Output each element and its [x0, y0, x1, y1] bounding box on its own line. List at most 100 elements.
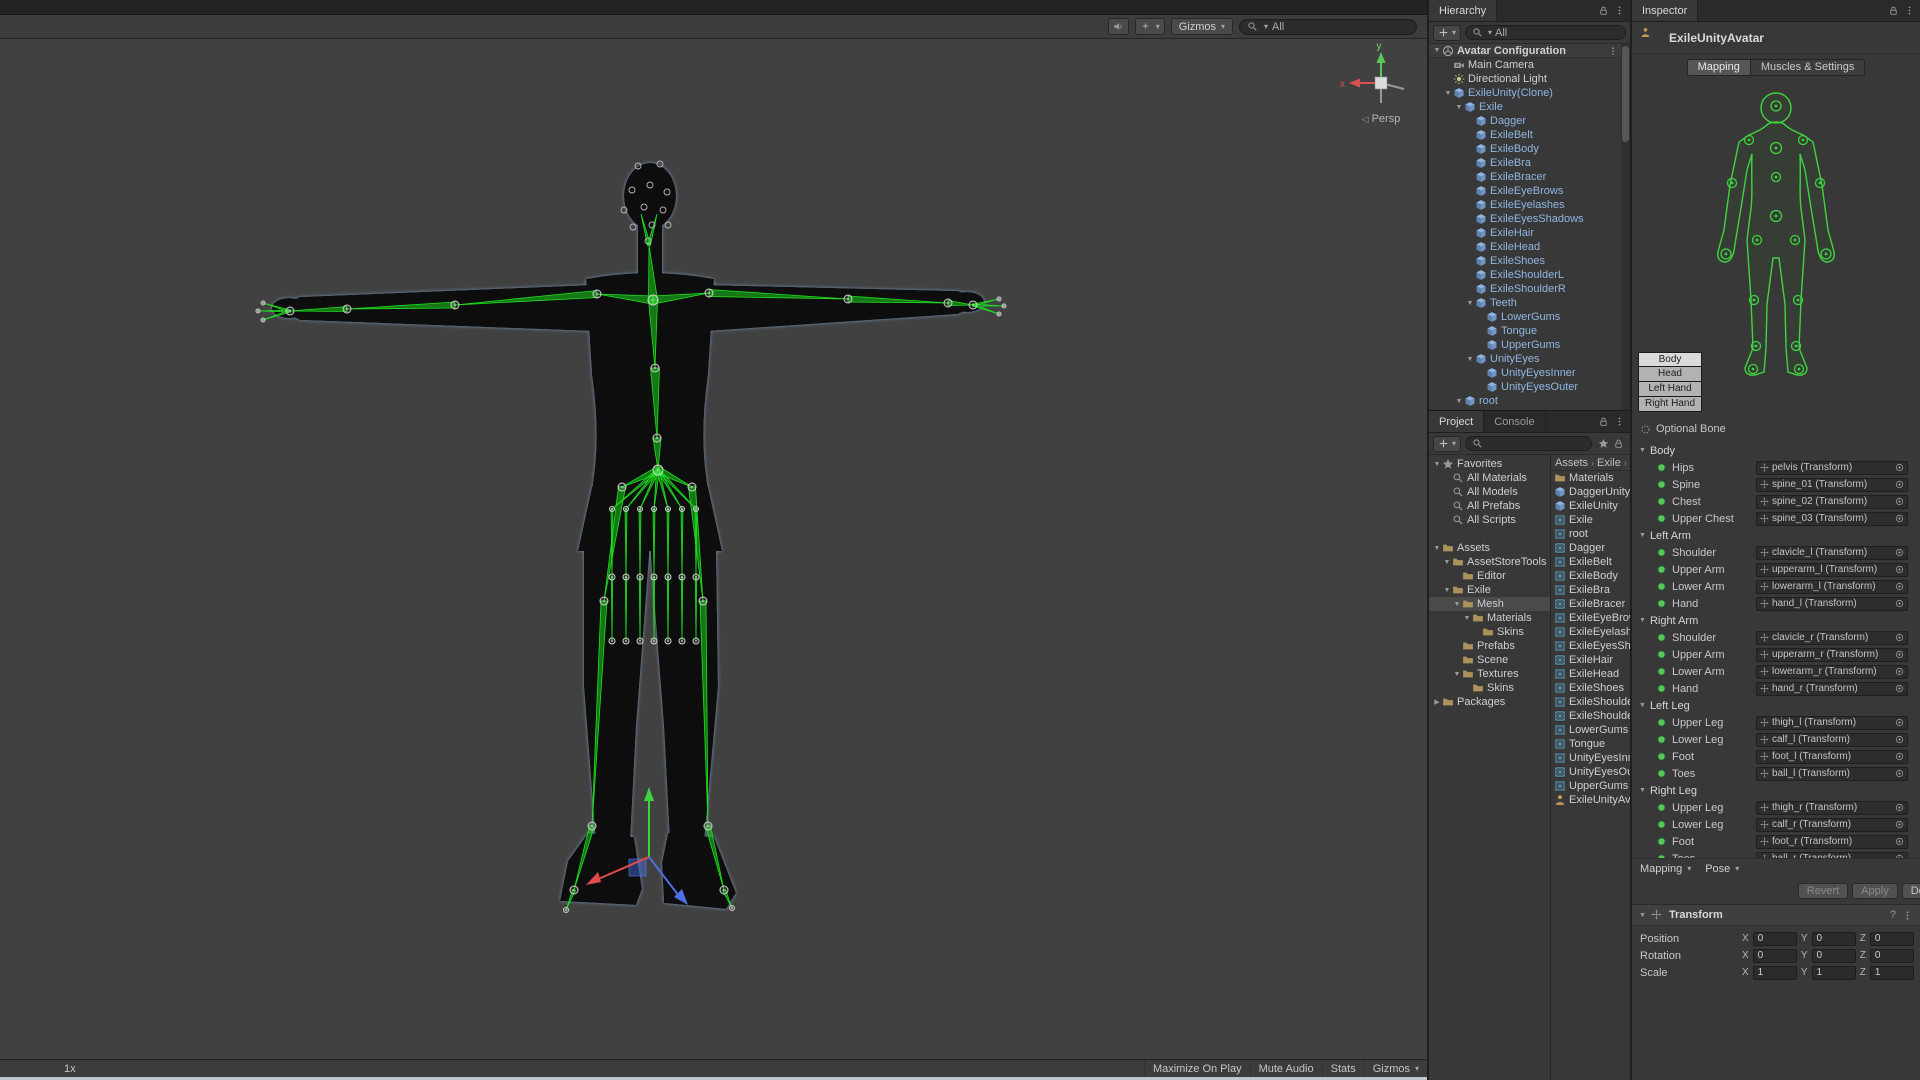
asset-item-exilehead[interactable]: ExileHead: [1551, 667, 1630, 681]
bone-object-field[interactable]: spine_02 (Transform): [1756, 495, 1908, 509]
game-button-stats[interactable]: Stats: [1322, 1060, 1364, 1077]
project-folder-all-scripts[interactable]: All Scripts: [1429, 513, 1550, 527]
hierarchy-item-exileshoes[interactable]: ExileShoes: [1429, 254, 1621, 268]
project-folder-skins[interactable]: Skins: [1429, 681, 1550, 695]
hierarchy-item-lowergums[interactable]: LowerGums: [1429, 310, 1621, 324]
tab-console[interactable]: Console: [1484, 411, 1545, 432]
expand-arrow-icon[interactable]: ▼: [1452, 601, 1462, 608]
asset-item-lowergums[interactable]: LowerGums: [1551, 723, 1630, 737]
asset-item-unityeyesouter[interactable]: UnityEyesOuter: [1551, 765, 1630, 779]
scene-effects-dropdown-button[interactable]: ▾: [1135, 18, 1165, 35]
project-folder-assets[interactable]: ▼Assets: [1429, 541, 1550, 555]
scene-menu-icon[interactable]: [1608, 46, 1621, 56]
asset-item-unityeyesinner[interactable]: UnityEyesInner: [1551, 751, 1630, 765]
hierarchy-item-exilehair[interactable]: ExileHair: [1429, 226, 1621, 240]
foldout-arrow-icon[interactable]: ▼: [1639, 702, 1646, 709]
kebab-menu-icon[interactable]: [1614, 5, 1625, 16]
bone-group-left-leg[interactable]: ▼Left Leg: [1632, 697, 1920, 714]
rotation-y-field[interactable]: 0: [1812, 949, 1856, 963]
project-folder-assetstoretools[interactable]: ▼AssetStoreTools: [1429, 555, 1550, 569]
asset-item-exileeyelashes[interactable]: ExileEyelashes: [1551, 625, 1630, 639]
object-picker-icon[interactable]: [1894, 819, 1905, 830]
hierarchy-scrollbar[interactable]: [1621, 44, 1630, 410]
lock-icon[interactable]: [1598, 416, 1609, 427]
kebab-menu-icon[interactable]: [1614, 416, 1625, 427]
bone-object-field[interactable]: lowerarm_l (Transform): [1756, 580, 1908, 594]
game-scale-label[interactable]: 1x: [64, 1063, 76, 1075]
hierarchy-item-exilebracer[interactable]: ExileBracer: [1429, 170, 1621, 184]
game-button-gizmos[interactable]: Gizmos▾: [1364, 1060, 1427, 1077]
foldout-arrow-icon[interactable]: ▼: [1639, 532, 1646, 539]
object-picker-icon[interactable]: [1894, 751, 1905, 762]
hidden-packages-icon[interactable]: [1613, 438, 1624, 449]
hierarchy-item-tongue[interactable]: Tongue: [1429, 324, 1621, 338]
create-button[interactable]: ▾: [1433, 25, 1461, 41]
tab-muscles-settings[interactable]: Muscles & Settings: [1751, 59, 1866, 76]
expand-arrow-icon[interactable]: ▼: [1452, 671, 1462, 678]
game-button-maximize-on-play[interactable]: Maximize On Play: [1144, 1060, 1250, 1077]
orientation-gizmo[interactable]: y x: [1340, 41, 1404, 103]
hierarchy-item-unityeyesouter[interactable]: UnityEyesOuter: [1429, 380, 1621, 394]
bone-object-field[interactable]: lowerarm_r (Transform): [1756, 665, 1908, 679]
foldout-arrow-icon[interactable]: ▼: [1639, 912, 1646, 919]
position-y-field[interactable]: 0: [1812, 932, 1856, 946]
foldout-arrow-icon[interactable]: ▼: [1639, 787, 1646, 794]
hierarchy-item-unityeyes[interactable]: ▼UnityEyes: [1429, 352, 1621, 366]
expand-arrow-icon[interactable]: ▼: [1443, 90, 1453, 97]
hierarchy-item-root[interactable]: ▼root: [1429, 394, 1621, 408]
breadcrumb-segment[interactable]: Assets: [1555, 457, 1588, 469]
asset-item-exilebracer[interactable]: ExileBracer: [1551, 597, 1630, 611]
project-folder-all-prefabs[interactable]: All Prefabs: [1429, 499, 1550, 513]
object-picker-icon[interactable]: [1894, 632, 1905, 643]
asset-item-exileshoes[interactable]: ExileShoes: [1551, 681, 1630, 695]
tab-inspector[interactable]: Inspector: [1632, 0, 1698, 21]
hierarchy-item-exileeyesshadows[interactable]: ExileEyesShadows: [1429, 212, 1621, 226]
project-folder-packages[interactable]: ▶Packages: [1429, 695, 1550, 709]
bone-object-field[interactable]: pelvis (Transform): [1756, 461, 1908, 475]
object-picker-icon[interactable]: [1894, 649, 1905, 660]
bone-group-right-arm[interactable]: ▼Right Arm: [1632, 612, 1920, 629]
hierarchy-item-directional-light[interactable]: Directional Light: [1429, 72, 1621, 86]
hierarchy-item-exileeyelashes[interactable]: ExileEyelashes: [1429, 198, 1621, 212]
part-button-head[interactable]: Head: [1638, 367, 1702, 382]
hierarchy-item-main-camera[interactable]: Main Camera: [1429, 58, 1621, 72]
scene-search-field[interactable]: ▾ All: [1239, 19, 1417, 35]
asset-item-exileunityavatar[interactable]: ExileUnityAvatar: [1551, 793, 1630, 807]
foldout-arrow-icon[interactable]: ▼: [1639, 447, 1646, 454]
asset-item-dagger[interactable]: Dagger: [1551, 541, 1630, 555]
project-folder-all-materials[interactable]: All Materials: [1429, 471, 1550, 485]
object-picker-icon[interactable]: [1894, 462, 1905, 473]
part-button-left-hand[interactable]: Left Hand: [1638, 382, 1702, 397]
project-folder-exile[interactable]: ▼Exile: [1429, 583, 1550, 597]
bone-object-field[interactable]: hand_r (Transform): [1756, 682, 1908, 696]
object-picker-icon[interactable]: [1894, 683, 1905, 694]
asset-item-root[interactable]: root: [1551, 527, 1630, 541]
mapping-menu-dropdown[interactable]: Mapping▾: [1640, 863, 1691, 875]
hierarchy-item-exilehead[interactable]: ExileHead: [1429, 240, 1621, 254]
hierarchy-item-uppergums[interactable]: UpperGums: [1429, 338, 1621, 352]
bone-object-field[interactable]: spine_03 (Transform): [1756, 512, 1908, 526]
asset-item-tongue[interactable]: Tongue: [1551, 737, 1630, 751]
avatar-body-map[interactable]: [1701, 82, 1851, 416]
transform-component-header[interactable]: ▼ Transform ?: [1632, 904, 1920, 926]
scrollbar-thumb[interactable]: [1622, 46, 1629, 142]
hierarchy-item-exileshoulderr[interactable]: ExileShoulderR: [1429, 282, 1621, 296]
scale-z-field[interactable]: 1: [1870, 966, 1914, 980]
bone-object-field[interactable]: calf_l (Transform): [1756, 733, 1908, 747]
hierarchy-item-exile[interactable]: ▼Exile: [1429, 100, 1621, 114]
bone-object-field[interactable]: ball_l (Transform): [1756, 767, 1908, 781]
expand-arrow-icon[interactable]: ▼: [1454, 398, 1464, 405]
hierarchy-item-avatar-configuration[interactable]: ▼Avatar Configuration: [1429, 44, 1621, 58]
scale-y-field[interactable]: 1: [1812, 966, 1856, 980]
bone-object-field[interactable]: spine_01 (Transform): [1756, 478, 1908, 492]
create-asset-button[interactable]: ▾: [1433, 436, 1461, 452]
object-picker-icon[interactable]: [1894, 598, 1905, 609]
object-picker-icon[interactable]: [1894, 564, 1905, 575]
position-z-field[interactable]: 0: [1870, 932, 1914, 946]
asset-item-exileunity[interactable]: ExileUnity: [1551, 499, 1630, 513]
bone-group-right-leg[interactable]: ▼Right Leg: [1632, 782, 1920, 799]
expand-arrow-icon[interactable]: ▼: [1465, 356, 1475, 363]
project-folder-skins[interactable]: Skins: [1429, 625, 1550, 639]
asset-item-materials[interactable]: Materials: [1551, 471, 1630, 485]
expand-arrow-icon[interactable]: ▼: [1442, 587, 1452, 594]
